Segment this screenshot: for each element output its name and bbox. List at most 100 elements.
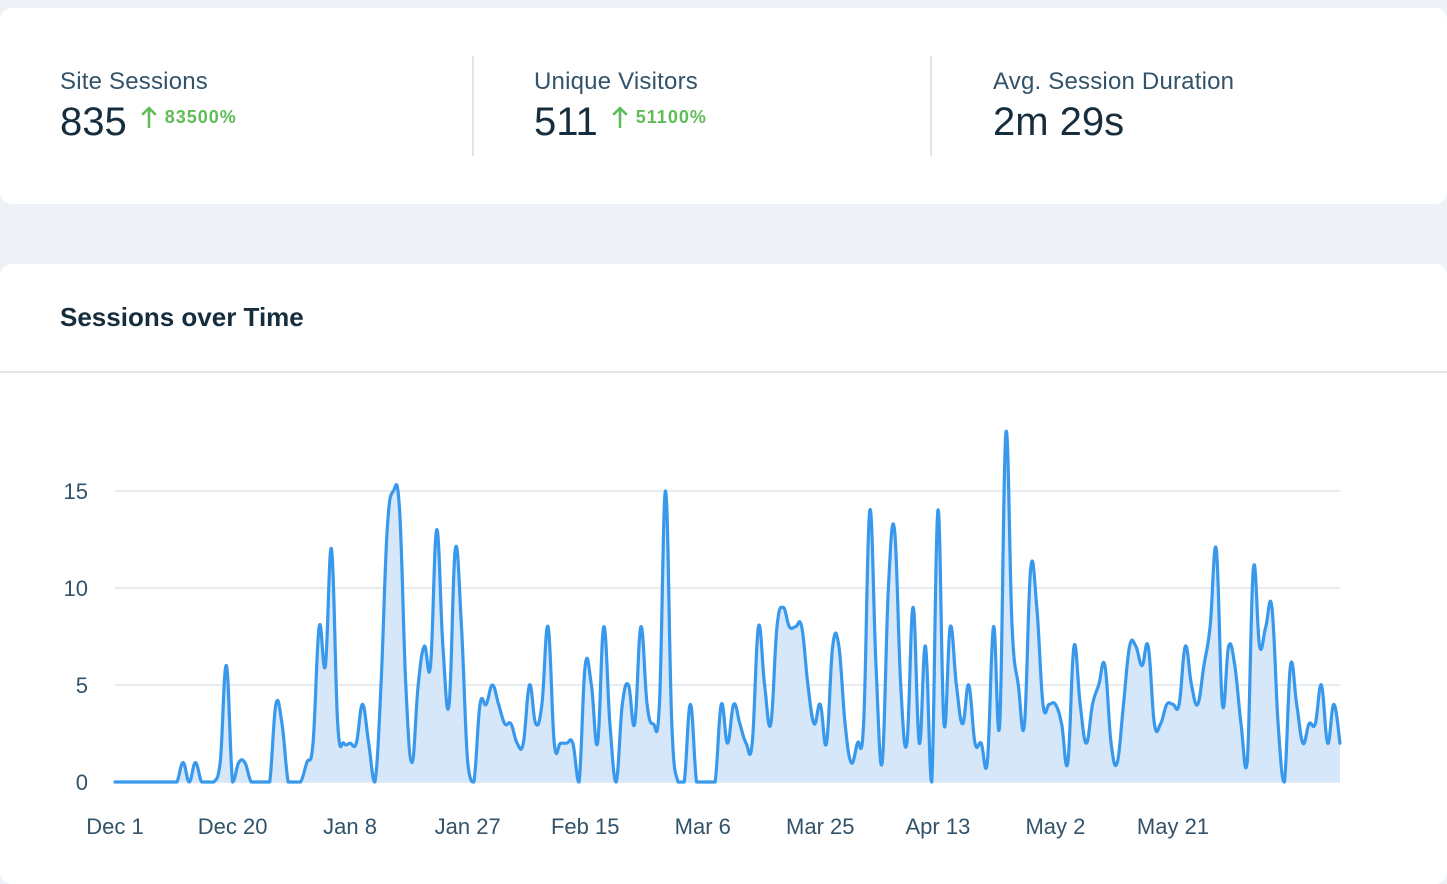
data-point [1029,567,1032,570]
x-tick-label: Feb 15 [551,814,620,839]
data-point [1227,645,1230,648]
data-point [745,742,748,745]
data-point [850,761,853,764]
data-point [1178,703,1181,706]
data-point [658,703,661,706]
data-point [930,780,933,783]
data-point [472,780,475,783]
data-point [417,683,420,686]
stat-value: 835 [60,100,127,144]
data-point [509,722,512,725]
data-point [1320,683,1323,686]
data-point [788,625,791,628]
y-tick-label: 15 [64,479,88,504]
data-point [1239,722,1242,725]
data-point [868,509,871,512]
data-point [856,742,859,745]
data-point [701,780,704,783]
data-point [924,645,927,648]
data-point [961,722,964,725]
data-point [1004,431,1007,434]
data-point [1338,742,1341,745]
data-point [237,761,240,764]
x-tick-label: Jan 8 [323,814,377,839]
data-point [497,703,500,706]
data-point [299,780,302,783]
data-point [584,664,587,667]
data-point [1221,703,1224,706]
data-point [874,664,877,667]
data-point [782,606,785,609]
data-point [862,722,865,725]
data-point [212,780,215,783]
data-point [825,742,828,745]
data-point [1147,645,1150,648]
data-point [280,722,283,725]
data-point [1103,664,1106,667]
data-point [1011,625,1014,628]
data-point [454,548,457,551]
data-point [262,780,265,783]
stat-divider [472,56,474,156]
data-point [1289,664,1292,667]
data-point [1258,645,1261,648]
x-tick-label: May 2 [1025,814,1085,839]
data-point [460,625,463,628]
data-point [311,742,314,745]
arrow-up-icon [141,106,157,128]
data-point [646,703,649,706]
data-point [1332,703,1335,706]
data-point [955,683,958,686]
stat-avg-session-duration: Avg. Session Duration 2m 29s [993,68,1234,145]
data-point [676,780,679,783]
data-point [534,722,537,725]
data-point [342,742,345,745]
data-point [559,742,562,745]
data-point [695,780,698,783]
data-point [1246,761,1249,764]
data-point [881,761,884,764]
data-point [206,780,209,783]
data-point [163,780,166,783]
y-tick-label: 10 [64,576,88,601]
data-point [1128,645,1131,648]
data-point [132,780,135,783]
data-point [621,703,624,706]
data-point [274,703,277,706]
data-point [441,645,444,648]
data-point [942,722,945,725]
data-point [571,742,574,745]
data-point [361,703,364,706]
data-point [608,722,611,725]
data-point [992,625,995,628]
data-point [918,742,921,745]
data-point [837,645,840,648]
data-point [1308,722,1311,725]
data-point [1140,664,1143,667]
data-point [577,780,580,783]
data-point [516,742,519,745]
data-point [664,489,667,492]
data-point [1072,645,1075,648]
data-point [1060,722,1063,725]
x-tick-label: May 21 [1137,814,1209,839]
data-point [386,528,389,531]
data-point [404,683,407,686]
data-point [1017,683,1020,686]
data-point [138,780,141,783]
data-point [1097,683,1100,686]
data-point [287,780,290,783]
data-point [219,761,222,764]
data-point [887,586,890,589]
data-point [113,780,116,783]
data-point [293,780,296,783]
data-point [1091,703,1094,706]
data-point [200,780,203,783]
data-point [757,625,760,628]
data-point [806,683,809,686]
data-point [448,703,451,706]
data-point [1202,664,1205,667]
data-point [596,742,599,745]
x-tick-label: Mar 6 [675,814,731,839]
data-point [182,761,185,764]
